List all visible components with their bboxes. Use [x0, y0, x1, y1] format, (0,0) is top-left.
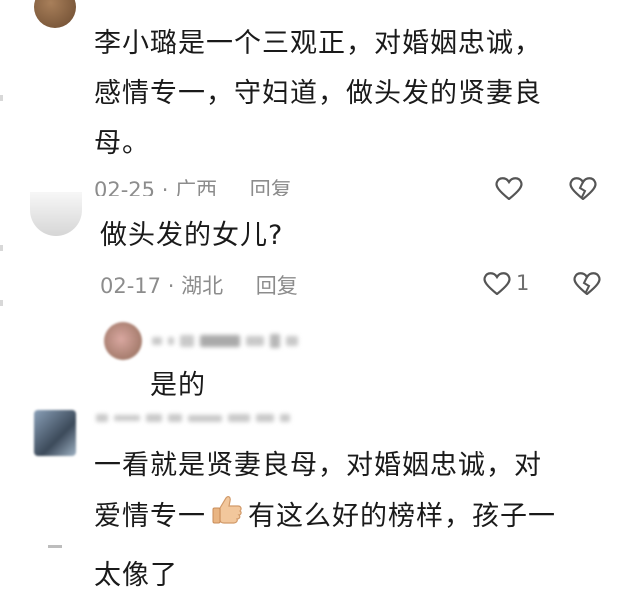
comment-text-line: 是的 [150, 370, 206, 401]
edge-artifact [0, 95, 3, 101]
comment-text-line: 一看就是贤妻良母，对婚姻忠诚，对 [94, 450, 542, 481]
comment-text-fragment: 有这么好的榜样，孩子一 [248, 501, 556, 532]
avatar[interactable] [34, 0, 76, 28]
comment-text-line-with-emoji: 爱情专一 有这么好的榜样，孩子一 [94, 494, 556, 540]
comment-text-line: 做头发的女儿? [100, 220, 284, 251]
like-button[interactable]: 1 [482, 271, 529, 295]
thumbs-up-emoji [210, 494, 244, 540]
comment-location: 广西 [175, 178, 218, 196]
edge-artifact [0, 245, 3, 251]
avatar-edge [48, 545, 62, 548]
comment-text-line: 母。 [94, 128, 150, 159]
comment-text-fragment: 爱情专一 [94, 501, 206, 532]
comment-text-line: 李小璐是一个三观正，对婚姻忠诚， [94, 28, 542, 59]
comment-date: 02-25 [94, 178, 156, 196]
broken-heart-icon[interactable] [572, 271, 602, 295]
username-blurred [152, 334, 298, 348]
meta-separator: · [161, 178, 169, 196]
reply-button[interactable]: 回复 [250, 178, 292, 196]
comment-location: 湖北 [181, 274, 224, 298]
reply-button[interactable]: 回复 [256, 274, 298, 298]
heart-icon[interactable] [494, 176, 524, 200]
avatar[interactable] [104, 322, 142, 360]
heart-icon [483, 272, 511, 295]
comment-meta: 02-17 · 湖北 回复 [100, 270, 298, 300]
like-count: 1 [516, 271, 530, 295]
avatar[interactable] [30, 192, 82, 236]
comment-text-line: 太像了 [94, 560, 178, 591]
avatar[interactable] [34, 410, 76, 456]
comment-text-line: 感情专一，守妇道，做头发的贤妻良 [94, 78, 542, 109]
comment-meta: 02-25 · 广西 回复 [94, 174, 292, 196]
username-blurred [96, 414, 290, 422]
broken-heart-icon[interactable] [568, 176, 598, 200]
meta-separator: · [167, 274, 175, 298]
edge-artifact [0, 300, 3, 306]
comment-date: 02-17 [100, 274, 162, 298]
